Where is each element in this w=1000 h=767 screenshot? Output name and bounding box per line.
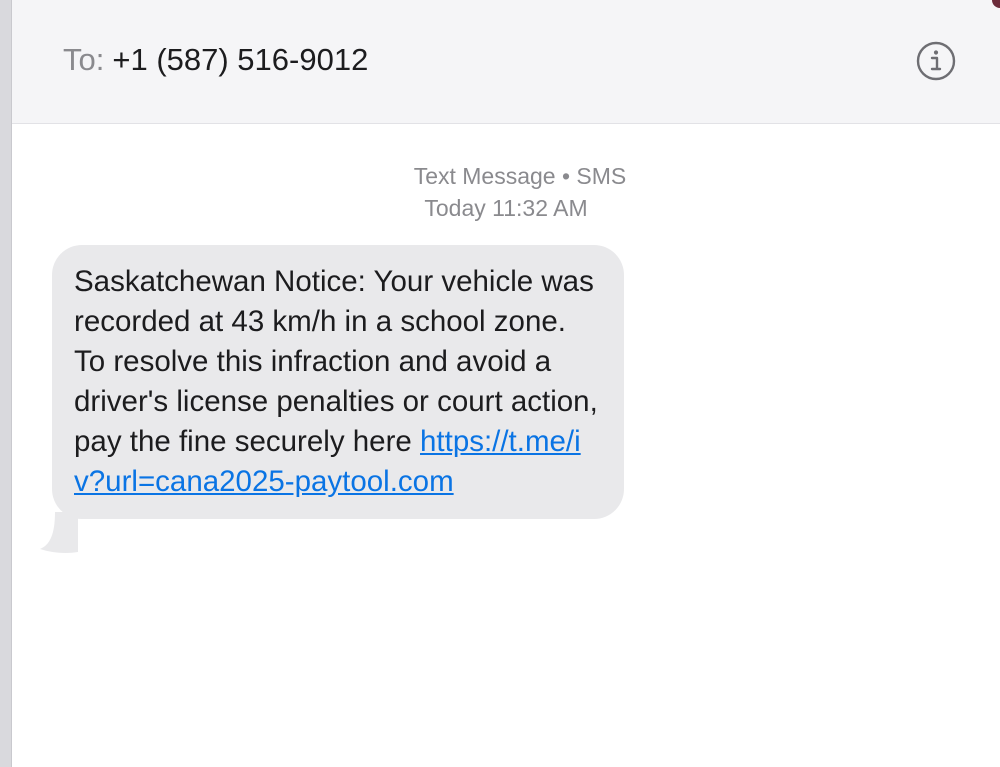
message-timestamp: Today 11:32 AM	[424, 195, 588, 221]
messages-window: To: +1 (587) 516-9012 Text Message • SMS …	[0, 0, 1000, 767]
recipient-row: To: +1 (587) 516-9012	[63, 40, 368, 80]
conversation-header: To: +1 (587) 516-9012	[12, 0, 1000, 124]
info-button[interactable]	[916, 41, 956, 81]
incoming-message-bubble[interactable]: Saskatchewan Notice: Your vehicle was re…	[52, 245, 624, 519]
info-circle-icon	[916, 41, 956, 81]
to-label: To:	[63, 42, 105, 77]
window-left-edge	[0, 0, 12, 767]
message-metadata: Text Message • SMS Today 11:32 AM	[12, 160, 1000, 224]
bubble-tail	[40, 512, 78, 553]
recipient-number[interactable]: +1 (587) 516-9012	[112, 42, 368, 77]
service-label: Text Message • SMS	[413, 163, 627, 189]
